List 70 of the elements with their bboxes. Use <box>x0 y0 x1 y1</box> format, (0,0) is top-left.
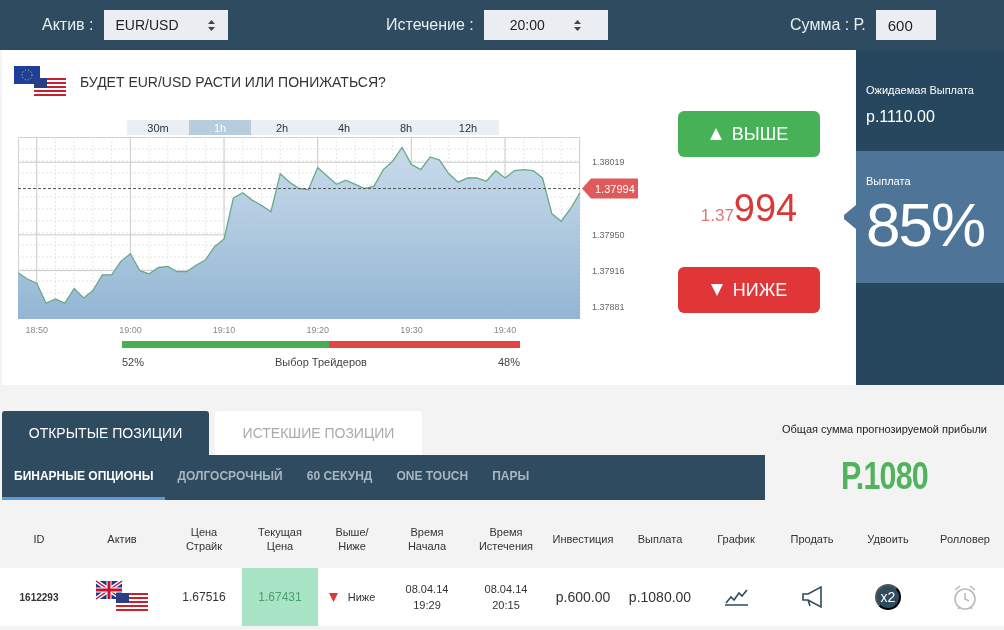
time-range-tab[interactable]: 12h <box>437 120 499 135</box>
column-header: Ролловер <box>940 532 990 546</box>
table-cell: р.600.00 <box>555 589 611 605</box>
dropdown[interactable]: 20:00 <box>483 10 608 40</box>
axis-label: 1.38019 <box>592 157 625 168</box>
up-share-text: 52% <box>122 356 145 368</box>
double-button[interactable]: x2 <box>875 584 901 610</box>
price-main: 994 <box>733 187 798 230</box>
payout-percent: 85% <box>866 189 986 260</box>
option-type-tab[interactable]: ONE TOUCH <box>384 455 481 500</box>
axis-label: 19:20 <box>306 325 329 335</box>
column-header: ID <box>33 532 45 546</box>
column-header: Продать <box>790 532 834 546</box>
price-marker: 1.37994 <box>582 178 638 199</box>
axis-label: 18:50 <box>25 325 48 335</box>
option-type-tab[interactable]: ПАРЫ <box>480 455 542 500</box>
amount-input[interactable]: 600 <box>875 10 936 40</box>
column-header: Время Начала <box>407 525 447 553</box>
down-triangle-icon <box>710 284 723 296</box>
time-range-tab[interactable]: 30m <box>127 120 189 135</box>
column-header: Время Истечения <box>478 525 534 553</box>
axis-label: 1.37950 <box>592 229 625 240</box>
column-header: Выплата <box>637 532 683 546</box>
axis-label: 19:30 <box>400 325 423 335</box>
option-type-tab[interactable]: 60 СЕКУНД <box>294 455 385 500</box>
megaphone-icon[interactable] <box>801 585 823 609</box>
column-header: Текущая Цена <box>258 525 302 553</box>
time-range-tab[interactable]: 8h <box>375 120 437 135</box>
axis-label: 1.37881 <box>592 302 625 313</box>
line-chart-icon[interactable] <box>723 587 749 607</box>
price-prefix: 1.37 <box>700 206 734 226</box>
table-cell-text: 08.04.14 20:15 <box>484 582 528 613</box>
down-share-text: 48% <box>497 356 520 368</box>
option-type-tab[interactable]: БИНАРНЫЕ ОПЦИОНЫ <box>2 455 166 500</box>
column-header: Актив <box>107 532 137 546</box>
column-header: Цена Страйк <box>185 525 223 553</box>
expected-payout-value: р.1110.00 <box>866 108 936 126</box>
question-text: БУДЕТ EUR/USD РАСТИ ИЛИ ПОНИЖАТЬСЯ? <box>80 74 386 90</box>
payout-label: Выплата <box>866 175 912 187</box>
expected-payout-label: Ожидаемая Выплата <box>866 84 975 96</box>
ref-line-label: 1.37994 <box>595 182 635 195</box>
option-type-tab[interactable]: ДОЛГОСРОЧНЫЙ <box>165 455 295 500</box>
up-triangle-icon <box>709 128 722 140</box>
column-header: Выше/Ниже <box>335 525 369 553</box>
current-price-cell: 1.67431 <box>242 568 318 626</box>
field-label: Истечение : <box>386 16 474 34</box>
table-cell: 1.67516 <box>182 590 226 604</box>
dropdown[interactable]: EUR/USD <box>103 10 228 40</box>
table-cell: р.1080.00 <box>628 589 692 605</box>
table-cell: 1612293 <box>19 591 59 603</box>
time-range-tab[interactable]: 4h <box>313 120 375 135</box>
traders-choice-label: Выбор Трейдеров <box>275 356 367 368</box>
total-profit-label: Общая сумма прогнозируемой прибыли <box>782 423 987 435</box>
column-header: График <box>717 532 755 546</box>
axis-label: 19:10 <box>212 325 236 335</box>
positions-tab[interactable]: ОТКРЫТЫЕ ПОЗИЦИИ <box>2 411 209 455</box>
time-range-tab[interactable]: 2h <box>251 120 313 135</box>
field-label: Актив : <box>42 16 94 34</box>
table-cell-text: 08.04.14 19:29 <box>405 582 449 613</box>
sort-arrows-icon <box>572 18 582 32</box>
down-button[interactable]: НИЖЕ <box>678 267 820 313</box>
field-label: Сумма : Р. <box>790 16 866 34</box>
axis-label: 19:00 <box>119 325 142 335</box>
axis-label: 19:40 <box>493 325 517 335</box>
sort-arrows-icon <box>206 18 216 32</box>
axis-label: 1.37916 <box>592 265 625 276</box>
total-profit-value: Р.1080 <box>841 455 928 498</box>
column-header: Удвоить <box>867 532 909 546</box>
direction-text: Ниже <box>347 591 376 603</box>
column-header: Инвестиция <box>552 532 614 546</box>
